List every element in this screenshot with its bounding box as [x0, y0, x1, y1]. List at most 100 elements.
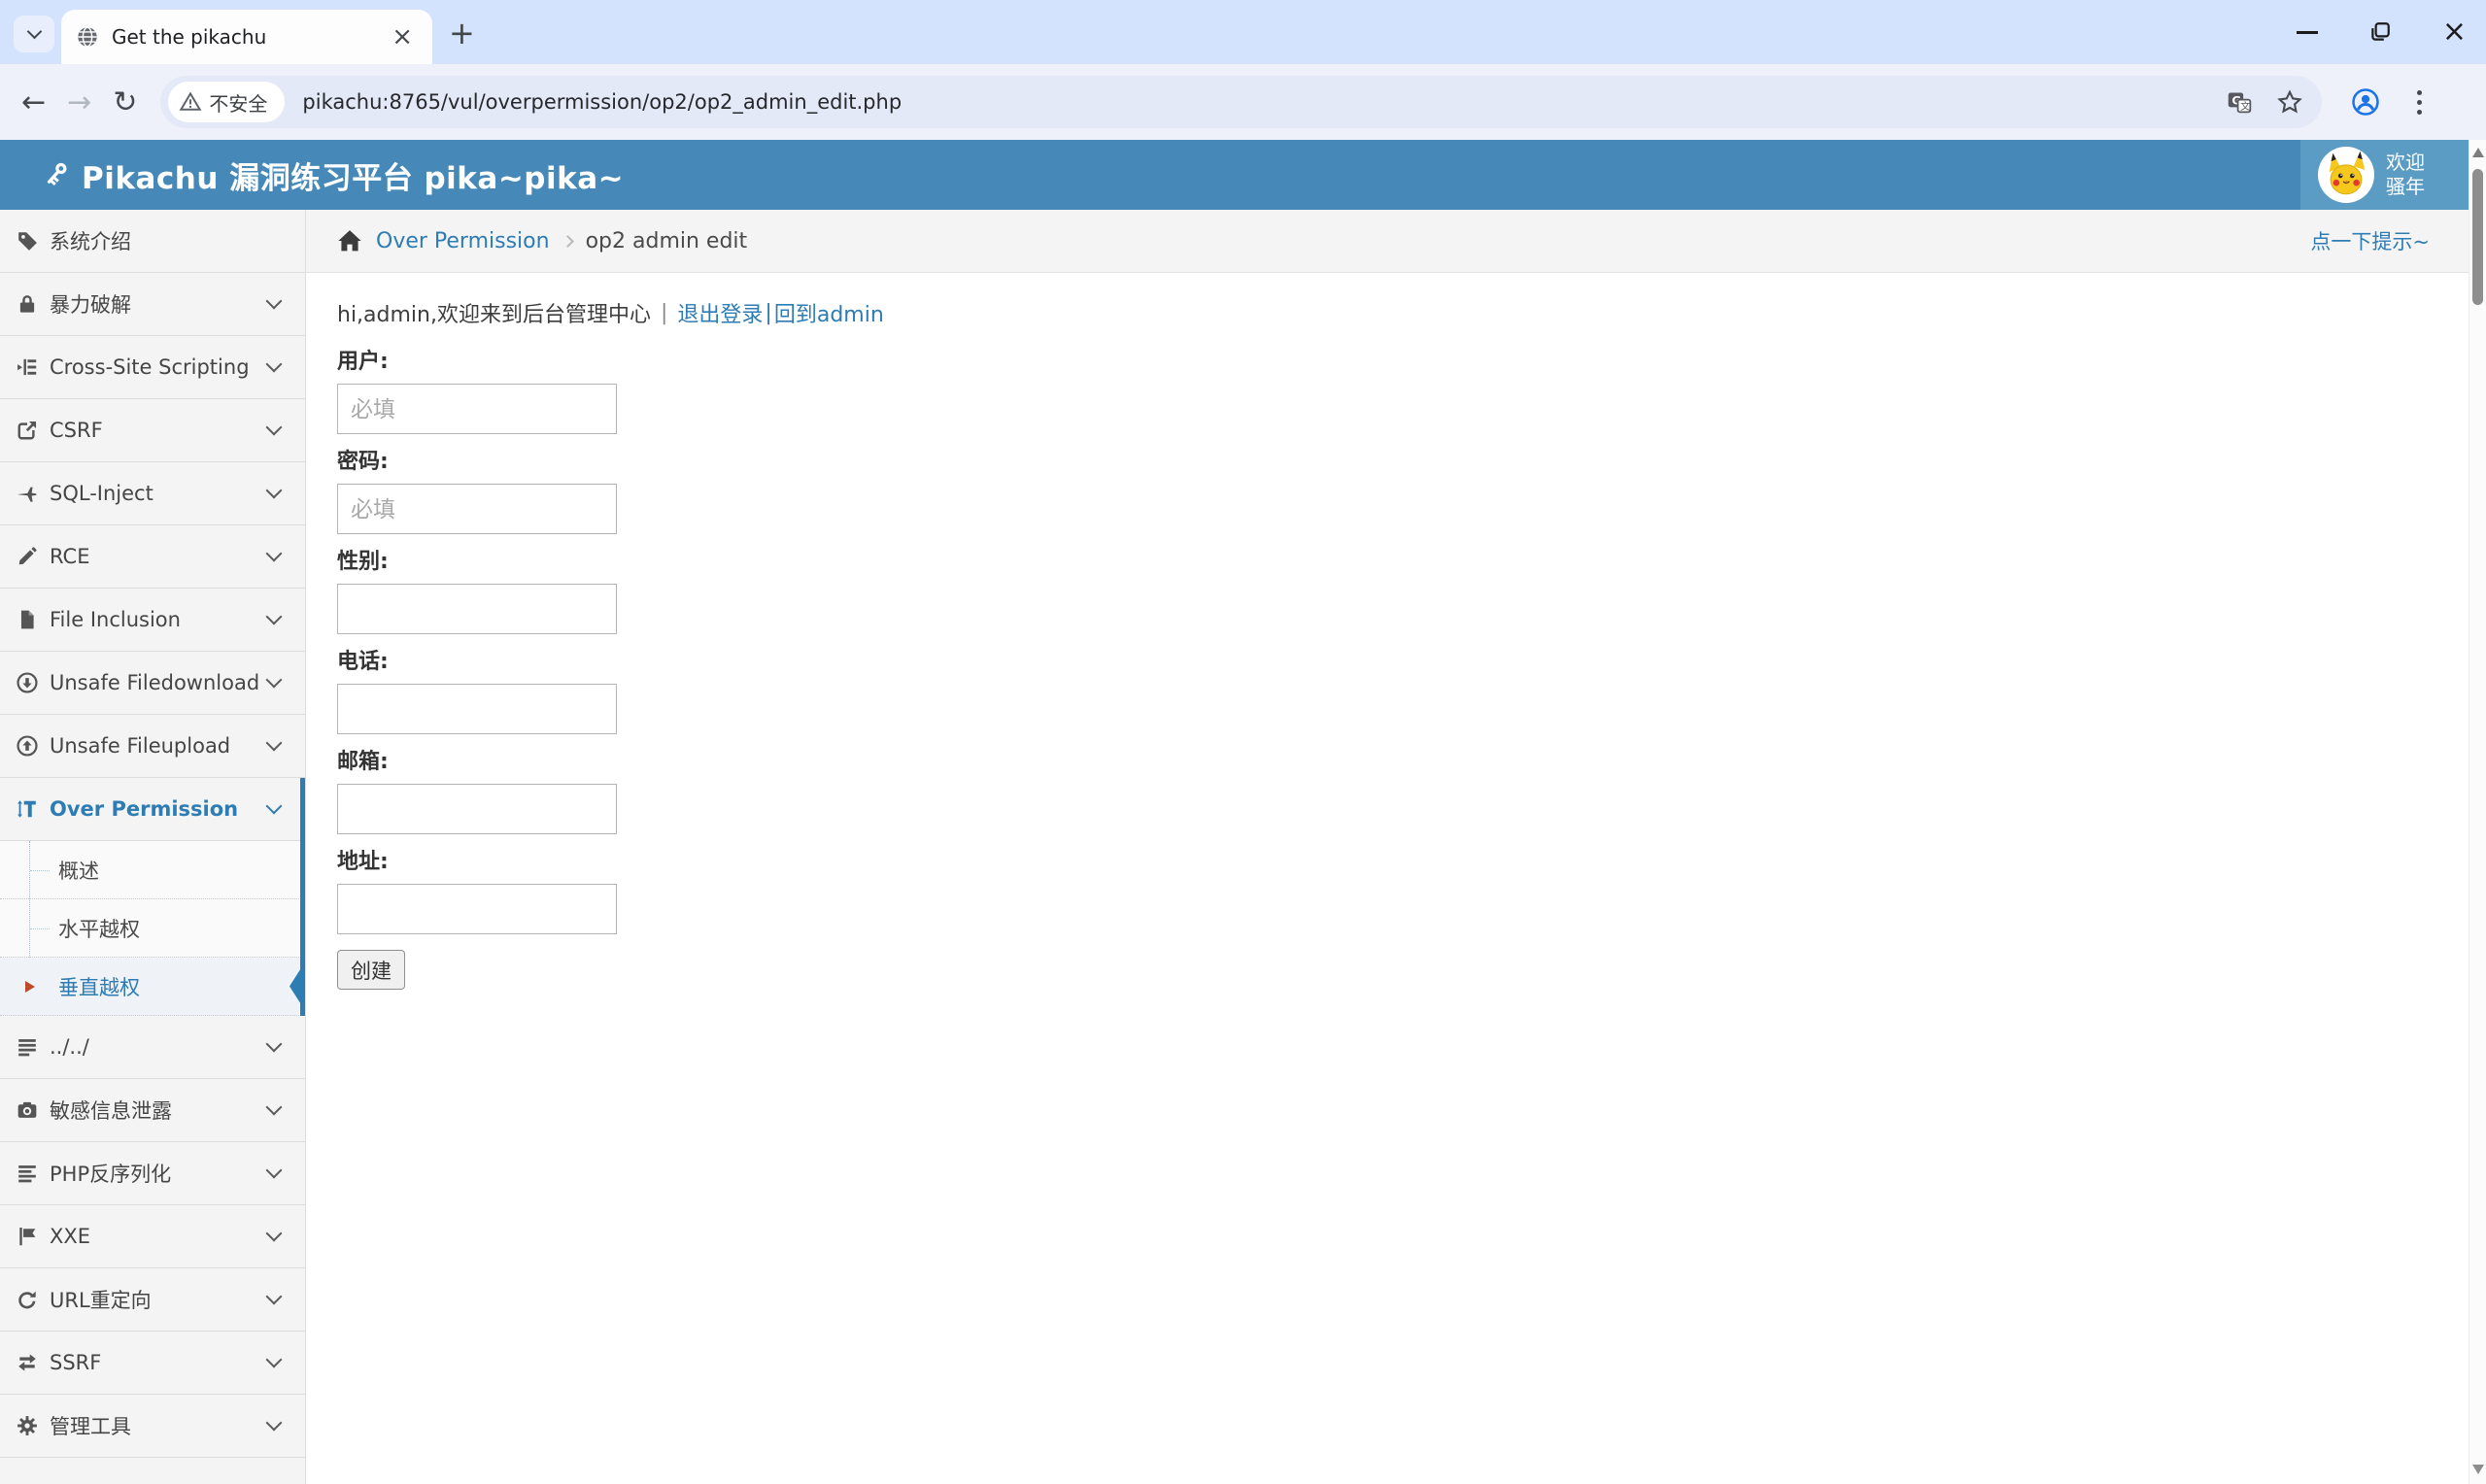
- browser-toolbar: ← → ↻ 不安全 pikachu:8765/vul/overpermissio…: [0, 64, 2486, 140]
- forward-icon[interactable]: →: [67, 85, 91, 119]
- chevron-down-icon: [265, 419, 283, 436]
- logout-link[interactable]: 退出登录: [677, 297, 763, 328]
- sidebar-item-ssrf[interactable]: SSRF: [0, 1332, 305, 1395]
- address-input[interactable]: [337, 884, 617, 934]
- sidebar-item-brute-force[interactable]: 暴力破解: [0, 273, 305, 336]
- chevron-down-icon: [265, 355, 283, 373]
- over-permission-submenu: 概述 水平越权 垂直越权: [0, 841, 305, 1016]
- sidebar-item-rce[interactable]: RCE: [0, 525, 305, 589]
- sidebar-item-csrf[interactable]: CSRF: [0, 399, 305, 462]
- profile-icon[interactable]: [2351, 87, 2380, 117]
- gender-input[interactable]: [337, 584, 617, 634]
- create-button[interactable]: 创建: [337, 950, 405, 990]
- url-bar[interactable]: 不安全 pikachu:8765/vul/overpermission/op2/…: [160, 76, 2323, 128]
- align-justify-icon: [17, 1036, 50, 1058]
- file-icon: [17, 609, 50, 630]
- phone-input[interactable]: [337, 684, 617, 734]
- sidebar-item-system-intro[interactable]: 系统介绍: [0, 210, 305, 273]
- email-label: 邮箱:: [337, 750, 389, 774]
- jet-icon: [17, 483, 50, 504]
- sidebar-subitem-horizontal[interactable]: 水平越权: [0, 899, 305, 958]
- sidebar-item-url-redirect[interactable]: URL重定向: [0, 1268, 305, 1332]
- back-to-admin-link[interactable]: 回到admin: [774, 297, 884, 328]
- scroll-up-arrow-icon[interactable]: [2472, 148, 2484, 157]
- address-label: 地址:: [337, 850, 389, 874]
- chevron-down-icon: [265, 1225, 283, 1242]
- home-icon[interactable]: [337, 228, 362, 253]
- window-restore-button[interactable]: [2368, 20, 2392, 44]
- browser-tab-strip: Get the pikachu × + ×: [0, 0, 2486, 64]
- tab-search-button[interactable]: [14, 16, 54, 52]
- chevron-down-icon: [265, 1288, 283, 1305]
- tab-title: Get the pikachu: [112, 25, 267, 49]
- sidebar-item-file-inclusion[interactable]: File Inclusion: [0, 589, 305, 652]
- web-page: Pikachu 漏洞练习平台 pika~pika~ 欢迎 骚年 系统介绍 暴力破…: [0, 140, 2486, 1484]
- password-input[interactable]: [337, 484, 617, 534]
- scrollbar-thumb[interactable]: [2472, 169, 2483, 305]
- chevron-down-icon: [265, 671, 283, 689]
- sidebar-item-admin-tools[interactable]: 管理工具: [0, 1395, 305, 1458]
- breadcrumb-bar: Over Permission op2 admin edit 点一下提示~: [306, 210, 2469, 273]
- lock-icon: [17, 293, 50, 315]
- url-text[interactable]: pikachu:8765/vul/overpermission/op2/op2_…: [302, 90, 2227, 114]
- breadcrumb-current: op2 admin edit: [585, 228, 748, 253]
- tab-favicon-globe-icon: [77, 26, 98, 48]
- breadcrumb-separator-icon: [561, 234, 574, 248]
- chevron-down-icon: [265, 608, 283, 625]
- welcome-text: 欢迎 骚年: [2386, 151, 2425, 198]
- username-input[interactable]: [337, 384, 617, 434]
- exchange-icon: [17, 1352, 50, 1373]
- circle-up-icon: [17, 735, 50, 757]
- sidebar: 系统介绍 暴力破解 Cross-Site Scripting CSRF SQL-…: [0, 210, 306, 1484]
- chevron-down-icon: [265, 482, 283, 499]
- sidebar-item-sql-inject[interactable]: SQL-Inject: [0, 462, 305, 525]
- pikachu-avatar: [2318, 147, 2374, 203]
- sidebar-subitem-vertical[interactable]: 垂直越权: [0, 958, 305, 1016]
- pencil-icon: [17, 546, 50, 567]
- browser-tab[interactable]: Get the pikachu ×: [61, 10, 432, 64]
- sidebar-item-xss[interactable]: Cross-Site Scripting: [0, 336, 305, 399]
- email-input[interactable]: [337, 784, 617, 834]
- tab-close-icon[interactable]: ×: [386, 24, 419, 50]
- chevron-down-icon: [265, 1414, 283, 1432]
- sidebar-item-php-deserialize[interactable]: PHP反序列化: [0, 1142, 305, 1205]
- new-tab-button[interactable]: +: [449, 17, 475, 49]
- chevron-down-icon: [265, 292, 283, 310]
- back-icon[interactable]: ←: [21, 85, 46, 119]
- gear-icon: [17, 1415, 50, 1436]
- phone-label: 电话:: [337, 650, 389, 674]
- password-label: 密码:: [337, 450, 389, 474]
- create-user-form: 用户: 密码: 性别: 电话: 邮箱: 地址:: [337, 344, 2469, 990]
- breadcrumb-section-link[interactable]: Over Permission: [376, 229, 550, 253]
- main-content: hi,admin,欢迎来到后台管理中心 | 退出登录 | 回到admin 用户:…: [307, 274, 2469, 1484]
- scroll-down-arrow-icon[interactable]: [2472, 1465, 2484, 1474]
- window-close-button[interactable]: ×: [2442, 17, 2467, 47]
- reload-icon[interactable]: ↻: [113, 85, 137, 119]
- sidebar-item-info-leak[interactable]: 敏感信息泄露: [0, 1079, 305, 1142]
- sidebar-item-xxe[interactable]: XXE: [0, 1205, 305, 1268]
- chevron-down-icon: [265, 1351, 283, 1368]
- page-scrollbar[interactable]: [2469, 140, 2486, 1484]
- active-marker-icon: [289, 961, 305, 1011]
- chevron-down-icon: [265, 1098, 283, 1116]
- translate-icon[interactable]: G文: [2227, 89, 2252, 115]
- browser-menu-icon[interactable]: [2417, 89, 2423, 115]
- security-chip[interactable]: 不安全: [168, 82, 286, 122]
- user-panel[interactable]: 欢迎 骚年: [2300, 140, 2469, 210]
- svg-text:文: 文: [2241, 100, 2251, 113]
- sidebar-item-dir-traversal[interactable]: ../../: [0, 1016, 305, 1079]
- sidebar-item-unsafe-filedownload[interactable]: Unsafe Filedownload: [0, 652, 305, 715]
- sidebar-item-over-permission[interactable]: Over Permission: [0, 778, 305, 841]
- align-left-icon: [17, 1163, 50, 1184]
- hint-link[interactable]: 点一下提示~: [2310, 226, 2430, 255]
- site-header: Pikachu 漏洞练习平台 pika~pika~ 欢迎 骚年: [0, 140, 2469, 210]
- tag-icon: [17, 230, 50, 252]
- chevron-down-icon: [265, 1162, 283, 1179]
- welcome-message: hi,admin,欢迎来到后台管理中心: [337, 303, 651, 327]
- sidebar-group-over-permission: Over Permission 概述 水平越权 垂直越权: [0, 778, 305, 1016]
- sidebar-subitem-overview[interactable]: 概述: [0, 841, 305, 899]
- chevron-down-icon: [26, 23, 42, 40]
- sidebar-item-unsafe-fileupload[interactable]: Unsafe Fileupload: [0, 715, 305, 778]
- window-minimize-button[interactable]: [2296, 30, 2318, 34]
- bookmark-star-icon[interactable]: [2277, 89, 2303, 115]
